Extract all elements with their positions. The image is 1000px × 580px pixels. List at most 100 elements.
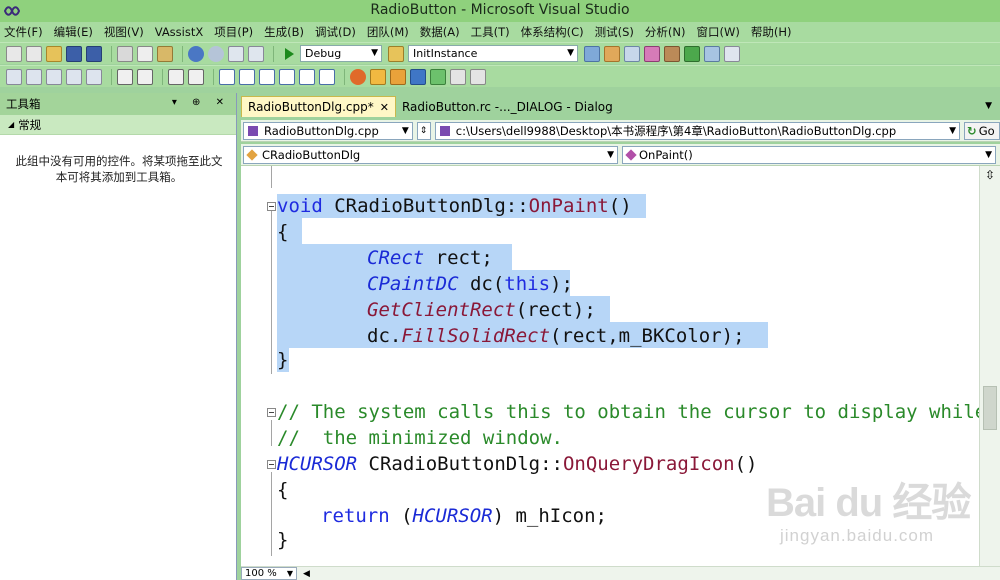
decrease-indent-icon[interactable] bbox=[117, 68, 133, 85]
find-combo[interactable]: InitInstance ▼ bbox=[408, 45, 578, 62]
vertical-scrollbar[interactable]: ⇳ bbox=[979, 166, 1000, 566]
menu-analyze[interactable]: 分析(N) bbox=[645, 24, 686, 40]
member-combo[interactable]: OnPaint() ▼ bbox=[622, 145, 996, 164]
add-item-icon[interactable] bbox=[26, 45, 42, 62]
menu-tools[interactable]: 工具(T) bbox=[471, 24, 510, 40]
redo-icon[interactable] bbox=[208, 45, 224, 62]
toolbox-window-controls[interactable]: ▾ ⊕ ✕ bbox=[172, 97, 230, 108]
comment-out-icon[interactable] bbox=[168, 68, 184, 85]
menu-window[interactable]: 窗口(W) bbox=[697, 24, 740, 40]
member-combo-value: OnPaint() bbox=[639, 147, 693, 162]
collapse-icon[interactable] bbox=[267, 460, 276, 469]
menu-view[interactable]: 视图(V) bbox=[104, 24, 144, 40]
start-debugging-icon[interactable] bbox=[285, 47, 294, 60]
vassistx-refactor-icon[interactable] bbox=[430, 68, 446, 85]
solution-configuration-value: Debug bbox=[305, 47, 342, 60]
menu-test[interactable]: 测试(S) bbox=[595, 24, 634, 40]
tools-icon[interactable] bbox=[664, 45, 680, 62]
menu-data[interactable]: 数据(A) bbox=[420, 24, 460, 40]
code-line-comment-1: // The system calls this to obtain the c… bbox=[277, 401, 979, 423]
menu-architecture[interactable]: 体系结构(C) bbox=[521, 24, 584, 40]
menu-edit[interactable]: 编辑(E) bbox=[54, 24, 93, 40]
outline-line bbox=[271, 420, 272, 446]
tab-overflow-chevron-icon[interactable]: ▼ bbox=[985, 101, 992, 111]
chevron-down-icon: ▼ bbox=[567, 48, 574, 58]
zoom-value: 100 % bbox=[245, 568, 277, 579]
code-line-open-brace: { bbox=[277, 221, 289, 243]
sync-arrows-button[interactable]: ⇕ bbox=[416, 121, 431, 140]
toolbox-icon[interactable] bbox=[644, 45, 660, 62]
solution-configuration-combo[interactable]: Debug ▼ bbox=[300, 45, 382, 62]
next-bookmark-folder-icon[interactable] bbox=[299, 68, 315, 85]
vassistx-find-symbol-icon[interactable] bbox=[370, 68, 386, 85]
parameter-info-icon[interactable] bbox=[26, 68, 42, 85]
class-combo-value: CRadioButtonDlg bbox=[262, 147, 361, 162]
go-button[interactable]: ↻ Go bbox=[964, 121, 1000, 140]
open-file-icon[interactable] bbox=[46, 45, 62, 62]
menu-help[interactable]: 帮助(H) bbox=[751, 24, 792, 40]
save-all-icon[interactable] bbox=[86, 45, 102, 62]
menu-vassistx[interactable]: VAssistX bbox=[155, 25, 204, 39]
scroll-left-icon[interactable]: ◀ bbox=[303, 569, 310, 579]
start-page-icon[interactable] bbox=[684, 45, 700, 62]
tab-radiobuttondlg-cpp[interactable]: RadioButtonDlg.cpp* ✕ bbox=[241, 96, 396, 117]
command-window-icon[interactable] bbox=[724, 45, 740, 62]
vassistx-goto-icon[interactable] bbox=[410, 68, 426, 85]
menu-debug[interactable]: 调试(D) bbox=[315, 24, 356, 40]
display-object-member-list-icon[interactable] bbox=[6, 68, 22, 85]
vassistx-find-references-icon[interactable] bbox=[390, 68, 406, 85]
previous-bookmark-folder-icon[interactable] bbox=[279, 68, 295, 85]
menu-build[interactable]: 生成(B) bbox=[264, 24, 304, 40]
toggle-bookmark-icon[interactable] bbox=[219, 68, 235, 85]
scrollbar-thumb[interactable] bbox=[983, 386, 997, 430]
collapse-icon[interactable] bbox=[267, 408, 276, 417]
path-combo[interactable]: c:\Users\dell9988\Desktop\本书源程序\第4章\Radi… bbox=[434, 121, 961, 140]
object-browser-icon[interactable] bbox=[624, 45, 640, 62]
file-combo[interactable]: RadioButtonDlg.cpp ▼ bbox=[243, 121, 413, 140]
copy-icon[interactable] bbox=[137, 45, 153, 62]
menu-file[interactable]: 文件(F) bbox=[4, 24, 43, 40]
toolbar-separator bbox=[213, 68, 214, 85]
quick-info-icon[interactable] bbox=[46, 68, 62, 85]
properties-icon[interactable] bbox=[604, 45, 620, 62]
toolbox-group-general[interactable]: ◢ 常规 bbox=[0, 115, 236, 135]
uncomment-icon[interactable] bbox=[188, 68, 204, 85]
increase-indent-icon[interactable] bbox=[137, 68, 153, 85]
toolbox-group-label: 常规 bbox=[18, 117, 42, 132]
clear-bookmarks-icon[interactable] bbox=[319, 68, 335, 85]
code-editor[interactable]: void CRadioButtonDlg::OnPaint() { CRect … bbox=[241, 166, 979, 566]
menu-project[interactable]: 项目(P) bbox=[214, 24, 253, 40]
new-project-icon[interactable] bbox=[6, 45, 22, 62]
collapse-icon[interactable] bbox=[267, 202, 276, 211]
find-in-files-icon[interactable] bbox=[388, 45, 404, 62]
menu-team[interactable]: 团队(M) bbox=[367, 24, 409, 40]
code-line-getclientrect: GetClientRect(rect); bbox=[367, 299, 596, 321]
save-icon[interactable] bbox=[66, 45, 82, 62]
vassistx-options-icon[interactable] bbox=[470, 68, 486, 85]
code-line-onpaint-signature: void CRadioButtonDlg::OnPaint() bbox=[277, 195, 632, 217]
previous-bookmark-icon[interactable] bbox=[239, 68, 255, 85]
vassistx-open-file-icon[interactable] bbox=[350, 68, 366, 85]
class-combo[interactable]: CRadioButtonDlg ▼ bbox=[243, 145, 618, 164]
splitter-icon[interactable]: ⇳ bbox=[983, 168, 997, 182]
cut-icon[interactable] bbox=[117, 45, 133, 62]
undo-icon[interactable] bbox=[188, 45, 204, 62]
member-navigation-bar: CRadioButtonDlg ▼ OnPaint() ▼ bbox=[241, 144, 1000, 166]
code-line-close-brace-2: } bbox=[277, 529, 289, 551]
path-combo-value: c:\Users\dell9988\Desktop\本书源程序\第4章\Radi… bbox=[455, 123, 897, 138]
toolbox-empty-message: 此组中没有可用的控件。将某项拖至此文本可将其添加到工具箱。 bbox=[15, 154, 223, 184]
code-line-open-brace-2: { bbox=[277, 479, 289, 501]
solution-explorer-icon[interactable] bbox=[584, 45, 600, 62]
toggle-button-icon[interactable] bbox=[86, 68, 102, 85]
complete-word-icon[interactable] bbox=[66, 68, 82, 85]
title-bar: RadioButton - Microsoft Visual Studio bbox=[0, 0, 1000, 22]
extension-manager-icon[interactable] bbox=[704, 45, 720, 62]
next-bookmark-icon[interactable] bbox=[259, 68, 275, 85]
zoom-combo[interactable]: 100 % ▼ bbox=[241, 567, 297, 580]
navigate-backward-icon[interactable] bbox=[228, 45, 244, 62]
tab-radiobutton-rc-dialog[interactable]: RadioButton.rc -..._DIALOG - Dialog bbox=[396, 96, 619, 117]
navigate-forward-icon[interactable] bbox=[248, 45, 264, 62]
vassistx-spell-check-icon[interactable] bbox=[450, 68, 466, 85]
paste-icon[interactable] bbox=[157, 45, 173, 62]
close-icon[interactable]: ✕ bbox=[380, 101, 389, 114]
